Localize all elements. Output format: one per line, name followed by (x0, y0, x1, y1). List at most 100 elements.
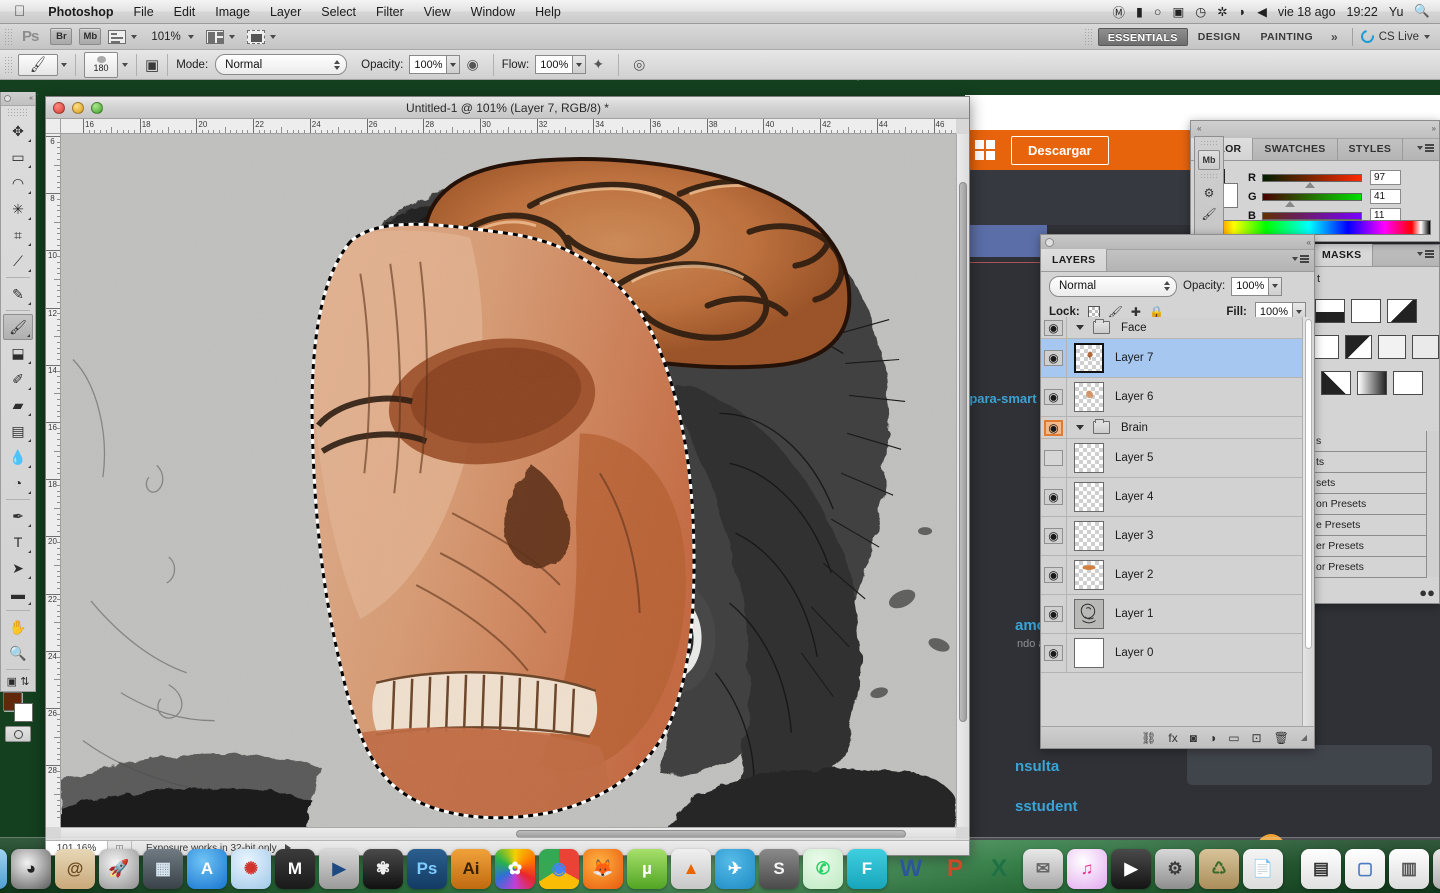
blur-tool[interactable]: 💧 (3, 444, 33, 470)
panel-drag-bar[interactable]: « (1041, 235, 1314, 250)
tab-layers[interactable]: LAYERS (1041, 249, 1108, 271)
default-colors-icon[interactable]: ▣ (7, 675, 17, 688)
layer-visibility-toggle[interactable]: ◉ (1044, 606, 1063, 622)
channel-value[interactable]: 97 (1370, 170, 1401, 185)
layer-name[interactable]: Layer 1 (1115, 608, 1153, 620)
app-store-icon[interactable]: A (187, 849, 227, 889)
flow-control[interactable]: 100% (535, 55, 587, 74)
tab-masks[interactable]: MASKS (1311, 244, 1374, 266)
illustrator-icon[interactable]: Ai (451, 849, 491, 889)
vlc-icon[interactable]: ▲ (671, 849, 711, 889)
horizontal-type-tool[interactable]: T (3, 529, 33, 555)
adjustments-panel-icon[interactable]: ⚙ (1197, 183, 1221, 203)
drag-grip[interactable] (1083, 27, 1093, 46)
expand-panel-icon[interactable]: » (1432, 124, 1437, 133)
scrollbar-thumb[interactable] (1305, 319, 1312, 649)
volume-icon[interactable]: ◀ (1257, 4, 1267, 19)
background-color-swatch[interactable] (14, 703, 33, 722)
telegram-icon[interactable]: ✈ (715, 849, 755, 889)
chevron-down-icon[interactable] (61, 62, 67, 67)
inkscape-icon[interactable]: ✾ (363, 849, 403, 889)
menu-view[interactable]: View (414, 0, 461, 24)
menu-file[interactable]: File (124, 0, 164, 24)
flow-input[interactable]: 100% (535, 55, 574, 74)
pen-tool[interactable]: ✒ (3, 503, 33, 529)
hand-tool[interactable]: ✋ (3, 614, 33, 640)
launchpad-icon[interactable]: 🚀 (99, 849, 139, 889)
layer-thumbnail[interactable] (1074, 382, 1104, 412)
canvas-area[interactable] (61, 134, 956, 827)
airbrush-icon[interactable]: ✦ (592, 56, 604, 73)
curves-icon[interactable] (1351, 299, 1381, 323)
excel-icon[interactable]: X (979, 849, 1019, 889)
exposure-icon[interactable] (1387, 299, 1417, 323)
menu-filter[interactable]: Filter (366, 0, 414, 24)
color-spectrum-ramp[interactable] (1201, 220, 1431, 235)
channel-value[interactable]: 41 (1370, 189, 1401, 204)
channel-slider[interactable] (1262, 173, 1362, 188)
layer-visibility-cell[interactable] (1041, 439, 1067, 477)
panel-menu-icon[interactable] (1417, 250, 1434, 258)
quicktime-icon[interactable]: ▶ (1111, 849, 1151, 889)
layer-opacity-stepper[interactable] (1269, 276, 1283, 296)
layer-visibility-cell[interactable]: ◉ (1041, 595, 1067, 633)
layer-name[interactable]: Layer 3 (1115, 530, 1153, 542)
trash-icon[interactable]: 🗑 (1433, 849, 1440, 889)
facetime-icon[interactable]: ▶ (319, 849, 359, 889)
panel-drag-bar[interactable]: « » (1191, 121, 1439, 139)
layer-visibility-cell[interactable]: ◉ (1041, 556, 1067, 594)
layer-blend-mode-select[interactable]: Normal (1049, 275, 1177, 297)
clipboard-icon[interactable]: ▮ (1136, 4, 1143, 19)
drag-grip[interactable] (1200, 173, 1218, 180)
layer-visibility-toggle[interactable]: ◉ (1044, 389, 1063, 405)
new-adjustment-layer-icon[interactable]: ◑ (1209, 731, 1216, 745)
scrollbar-thumb[interactable] (959, 182, 967, 722)
workspace-essentials[interactable]: ESSENTIALS (1097, 27, 1188, 46)
quick-selection-tool[interactable]: ✳ (3, 196, 33, 222)
layer-visibility-toggle[interactable]: ◉ (1044, 489, 1063, 505)
text-file-icon[interactable]: ▢ (1345, 849, 1385, 889)
layer-row[interactable]: ◉ Layer 0 (1041, 634, 1314, 673)
artwork-image[interactable] (61, 134, 956, 827)
vertical-ruler[interactable]: 6 8 10 12 14 16 18 20 22 24 26 28 (46, 134, 61, 827)
word-icon[interactable]: W (891, 849, 931, 889)
add-layer-mask-icon[interactable]: ◙ (1190, 731, 1197, 745)
layers-scrollbar[interactable] (1302, 317, 1314, 726)
path-selection-tool[interactable]: ➤ (3, 555, 33, 581)
layer-visibility-toggle[interactable]: ◉ (1044, 419, 1063, 436)
crop-tool[interactable]: ⌗ (3, 222, 33, 248)
mega-icon[interactable]: Ⓜ (1112, 2, 1125, 21)
resize-grip[interactable]: ◢ (1301, 733, 1307, 742)
layer-name[interactable]: Layer 7 (1115, 352, 1153, 364)
levels-icon[interactable] (1315, 299, 1345, 323)
delete-layer-icon[interactable]: 🗑 (1274, 731, 1289, 745)
cs-live-menu[interactable]: CS Live (1358, 27, 1440, 46)
sublime-icon[interactable]: S (759, 849, 799, 889)
layer-visibility-toggle[interactable] (1044, 450, 1063, 466)
channel-mixer-icon[interactable] (1411, 335, 1439, 359)
bridge-button[interactable]: Br (50, 28, 73, 45)
layer-group-row[interactable]: ◉ Brain (1041, 417, 1314, 439)
mini-bridge-button[interactable]: Mb (79, 28, 102, 45)
history-brush-tool[interactable]: ✐ (3, 366, 33, 392)
horizontal-ruler[interactable]: 16 18 20 22 24 26 28 30 32 34 36 38 40 42 44 46 (61, 119, 956, 134)
drag-grip[interactable] (4, 27, 13, 46)
brush-preset-picker[interactable]: 🖌 (18, 53, 58, 76)
dodge-tool[interactable]: ◔ (3, 470, 33, 496)
menu-image[interactable]: Image (205, 0, 260, 24)
trash-bag-icon[interactable]: ♺ (1199, 849, 1239, 889)
bluetooth-icon[interactable]: ✲ (1217, 4, 1227, 19)
layer-visibility-cell[interactable]: ◉ (1041, 417, 1067, 438)
collapse-panel-icon[interactable]: « (29, 95, 33, 102)
wifi-icon[interactable]: ◗ (1239, 5, 1247, 19)
quick-mask-mode-icon[interactable] (5, 726, 31, 742)
flow-stepper[interactable] (573, 55, 587, 74)
tab-styles[interactable]: STYLES (1338, 138, 1404, 160)
layer-style-icon[interactable]: fx (1168, 731, 1177, 745)
brush-size-display[interactable]: 180 (84, 51, 118, 78)
preset-row[interactable]: or Presets (1311, 557, 1427, 578)
black-white-icon[interactable] (1311, 335, 1339, 359)
utorrent-icon[interactable]: µ (627, 849, 667, 889)
opacity-stepper[interactable] (447, 55, 461, 74)
threshold-icon[interactable] (1393, 371, 1423, 395)
